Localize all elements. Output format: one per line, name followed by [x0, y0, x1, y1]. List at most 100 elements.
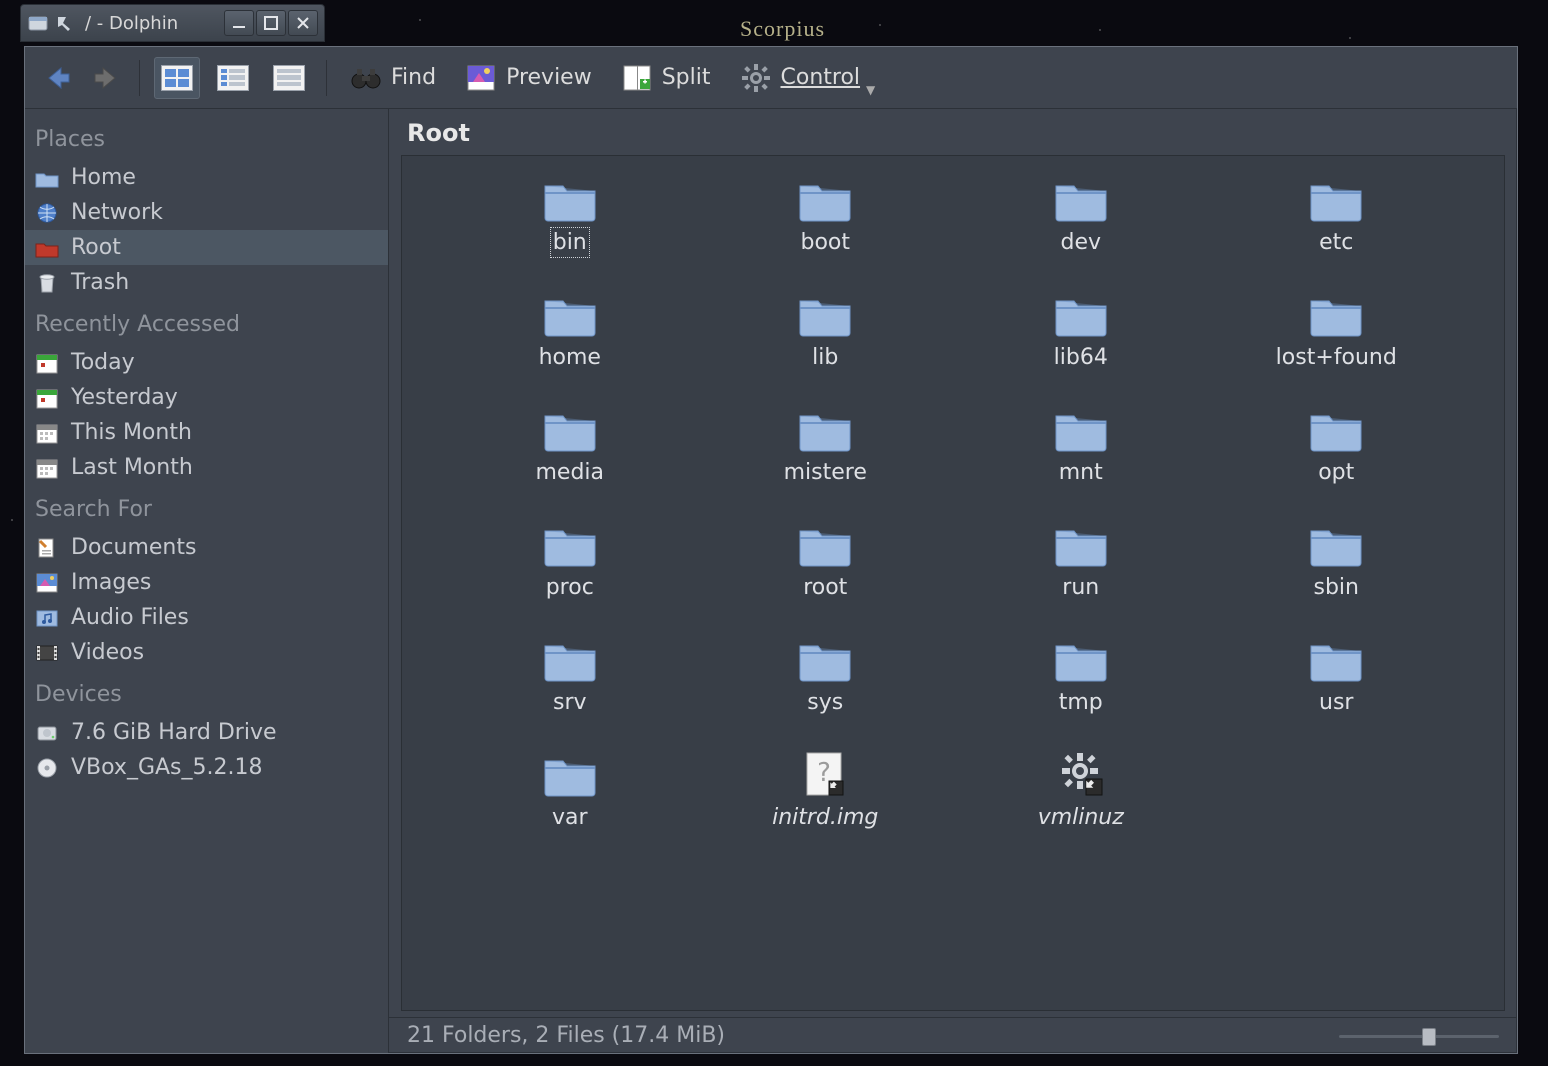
file-item-label: root	[803, 575, 847, 600]
file-item[interactable]: srv	[480, 636, 660, 715]
folder-icon	[797, 406, 853, 452]
control-label: Control	[781, 65, 861, 90]
maximize-button[interactable]	[256, 10, 286, 36]
sidebar-item-vbox-gas-5-2-18[interactable]: VBox_GAs_5.2.18	[25, 750, 388, 785]
sidebar-item-label: Root	[71, 235, 121, 260]
find-button[interactable]: Find	[341, 57, 446, 99]
file-item[interactable]: home	[480, 291, 660, 370]
sidebar-item-network[interactable]: Network	[25, 195, 388, 230]
control-button[interactable]: Control ▼	[731, 57, 886, 99]
sidebar-item-label: Network	[71, 200, 163, 225]
file-item[interactable]: vmlinuz	[991, 751, 1171, 830]
sidebar-item-root[interactable]: Root	[25, 230, 388, 265]
file-item[interactable]: tmp	[991, 636, 1171, 715]
file-item-label: lost+found	[1276, 345, 1397, 370]
sidebar-item-7-6-gib-hard-drive[interactable]: 7.6 GiB Hard Drive	[25, 715, 388, 750]
file-item[interactable]: ?initrd.img	[735, 751, 915, 830]
file-item-label: dev	[1060, 230, 1101, 255]
file-item[interactable]: bin	[480, 176, 660, 255]
file-item-label: tmp	[1059, 690, 1103, 715]
optical-icon	[35, 757, 59, 779]
view-details-button[interactable]	[266, 57, 312, 99]
file-item-label: initrd.img	[772, 805, 878, 830]
folder-icon	[542, 751, 598, 797]
file-item[interactable]: lost+found	[1246, 291, 1426, 370]
window-titlebar[interactable]: / - Dolphin	[20, 4, 325, 42]
file-item-label: etc	[1319, 230, 1353, 255]
file-item[interactable]: mistere	[735, 406, 915, 485]
sidebar-section-title: Devices	[25, 670, 388, 715]
places-panel: PlacesHomeNetworkRootTrashRecently Acces…	[25, 109, 389, 1053]
preview-button[interactable]: Preview	[456, 57, 602, 99]
sidebar-item-home[interactable]: Home	[25, 160, 388, 195]
sidebar-item-videos[interactable]: Videos	[25, 635, 388, 670]
sidebar-item-last-month[interactable]: Last Month	[25, 450, 388, 485]
folder-icon	[1053, 636, 1109, 682]
file-item[interactable]: proc	[480, 521, 660, 600]
binoculars-icon	[351, 63, 381, 93]
file-item-label: mistere	[784, 460, 867, 485]
folder-icon	[1308, 521, 1364, 567]
minimize-button[interactable]	[224, 10, 254, 36]
file-item-label: mnt	[1059, 460, 1103, 485]
file-item-label: srv	[553, 690, 587, 715]
images-icon	[35, 572, 59, 594]
view-compact-button[interactable]	[210, 57, 256, 99]
file-item[interactable]: usr	[1246, 636, 1426, 715]
sidebar-item-audio-files[interactable]: Audio Files	[25, 600, 388, 635]
chevron-down-icon: ▼	[866, 83, 875, 97]
folder-icon	[1053, 291, 1109, 337]
file-item[interactable]: lib	[735, 291, 915, 370]
file-item[interactable]: dev	[991, 176, 1171, 255]
sidebar-item-yesterday[interactable]: Yesterday	[25, 380, 388, 415]
file-item-label: sys	[807, 690, 843, 715]
file-view[interactable]: bin boot dev etc home lib lib64 lost+found media…	[401, 155, 1505, 1011]
constellation-label: Scorpius	[740, 16, 825, 42]
split-button[interactable]: Split	[612, 57, 721, 99]
sidebar-item-this-month[interactable]: This Month	[25, 415, 388, 450]
folder-icon	[797, 176, 853, 222]
find-label: Find	[391, 65, 436, 90]
status-text: 21 Folders, 2 Files (17.4 MiB)	[407, 1023, 725, 1048]
file-item-label: boot	[800, 230, 850, 255]
file-item[interactable]: root	[735, 521, 915, 600]
file-item[interactable]: sbin	[1246, 521, 1426, 600]
toolbar-divider	[326, 60, 327, 96]
file-item[interactable]: media	[480, 406, 660, 485]
pin-icon[interactable]	[53, 12, 75, 34]
file-item[interactable]: opt	[1246, 406, 1426, 485]
folder-icon	[542, 291, 598, 337]
file-item[interactable]: lib64	[991, 291, 1171, 370]
file-item[interactable]: var	[480, 751, 660, 830]
calendar-day-icon	[35, 352, 59, 374]
sidebar-item-label: VBox_GAs_5.2.18	[71, 755, 262, 780]
file-item[interactable]: etc	[1246, 176, 1426, 255]
file-item[interactable]: mnt	[991, 406, 1171, 485]
file-item-label: bin	[553, 230, 587, 255]
file-item-label: media	[535, 460, 604, 485]
sidebar-item-trash[interactable]: Trash	[25, 265, 388, 300]
folder-icon	[542, 521, 598, 567]
view-icons-button[interactable]	[154, 57, 200, 99]
file-item-label: lib	[812, 345, 838, 370]
zoom-slider[interactable]	[1339, 1028, 1499, 1044]
main-view: Root binbootdevetchomeliblib64lost+found…	[389, 109, 1517, 1053]
sidebar-item-today[interactable]: Today	[25, 345, 388, 380]
sidebar-item-label: Documents	[71, 535, 196, 560]
folder-icon	[542, 176, 598, 222]
sidebar-item-images[interactable]: Images	[25, 565, 388, 600]
videos-icon	[35, 642, 59, 664]
file-item[interactable]: sys	[735, 636, 915, 715]
forward-button[interactable]	[87, 61, 125, 95]
statusbar: 21 Folders, 2 Files (17.4 MiB)	[389, 1017, 1517, 1053]
file-item-label: home	[539, 345, 601, 370]
folder-icon	[1053, 521, 1109, 567]
preview-icon	[466, 63, 496, 93]
sidebar-item-documents[interactable]: Documents	[25, 530, 388, 565]
file-item[interactable]: run	[991, 521, 1171, 600]
calendar-month-icon	[35, 422, 59, 444]
close-button[interactable]	[288, 10, 318, 36]
sidebar-item-label: Videos	[71, 640, 144, 665]
file-item[interactable]: boot	[735, 176, 915, 255]
back-button[interactable]	[39, 61, 77, 95]
